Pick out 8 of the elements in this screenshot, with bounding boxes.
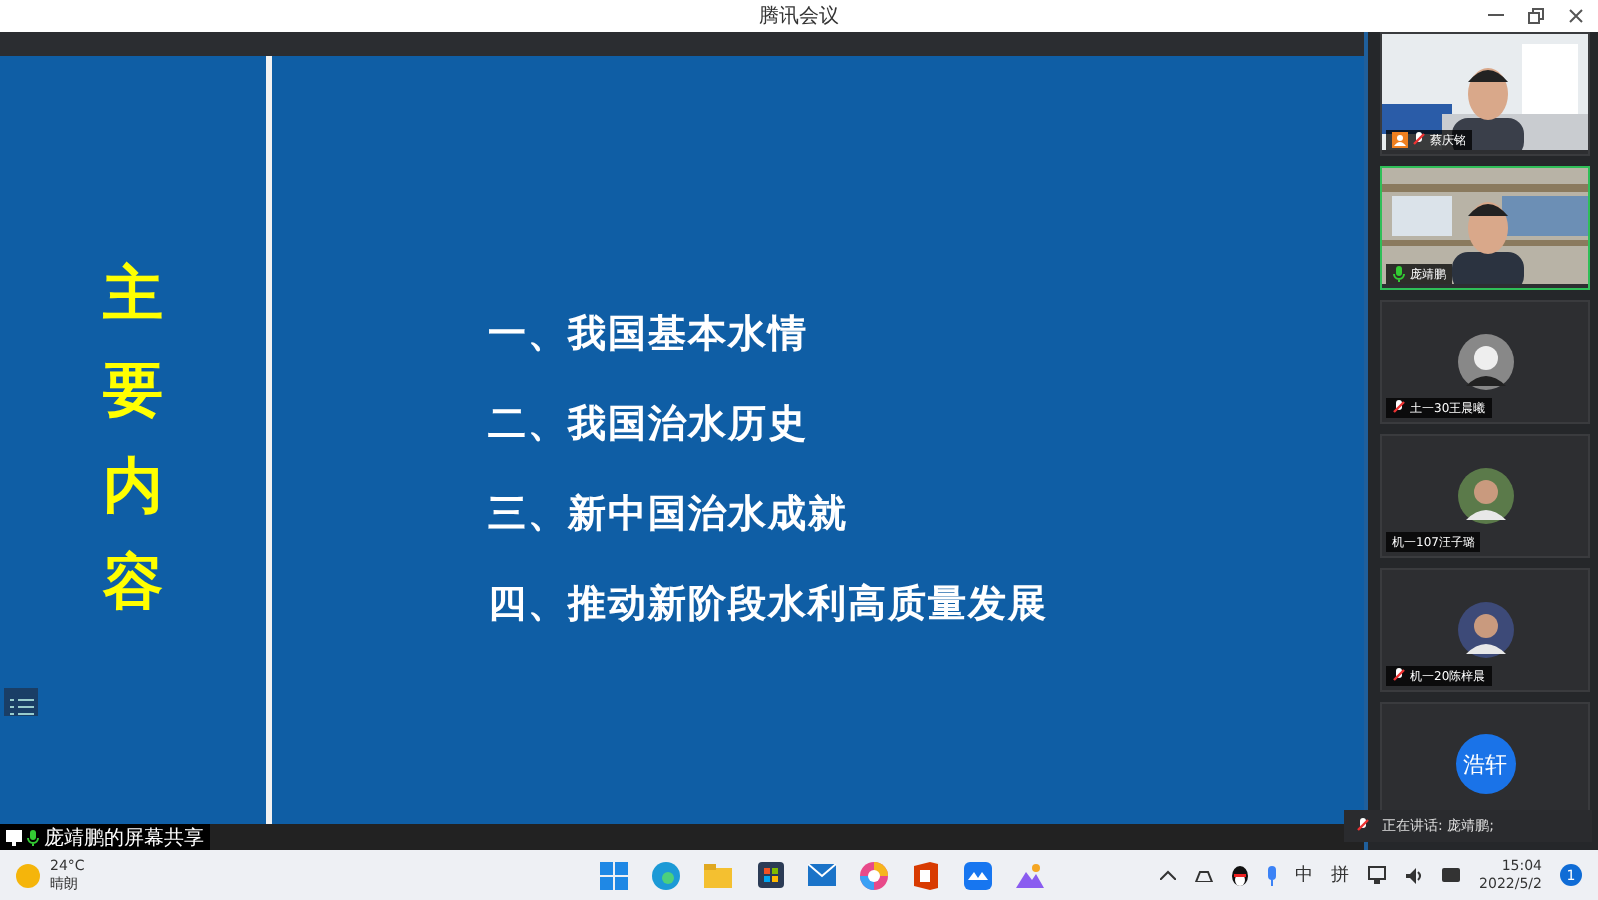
slide-item: 二、我国治水历史 bbox=[488, 400, 810, 450]
slide-side-title: 主要内容 bbox=[103, 258, 163, 622]
initials-avatar: 浩轩 bbox=[1455, 734, 1515, 794]
window-title: 腾讯会议 bbox=[759, 3, 839, 30]
slide-item: 三、新中国治水成就 bbox=[488, 490, 850, 540]
share-label-text: 庞靖鹏的屏幕共享 bbox=[44, 825, 204, 851]
slide-item: 四、推动新阶段水利高质量发展 bbox=[488, 580, 1048, 630]
slide-item: 一、我国基本水情 bbox=[488, 310, 810, 360]
